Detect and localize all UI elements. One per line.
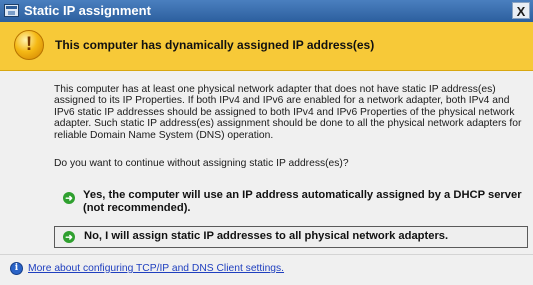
warning-banner: ! This computer has dynamically assigned… (0, 22, 533, 71)
banner-title: This computer has dynamically assigned I… (55, 38, 375, 52)
static-ip-dialog: Static IP assignment X ! This computer h… (0, 0, 533, 285)
warning-shield-icon: ! (14, 30, 44, 60)
green-arrow-icon: ➜ (63, 231, 75, 243)
option-no-label: No, I will assign static IP addresses to… (84, 230, 449, 242)
window-icon (4, 4, 19, 17)
info-icon: i (10, 262, 23, 275)
green-arrow-icon: ➜ (63, 192, 75, 204)
window-title: Static IP assignment (24, 3, 151, 18)
description-text: This computer has at least one physical … (54, 84, 522, 141)
option-yes-dhcp[interactable]: ➜ Yes, the computer will use an IP addre… (54, 184, 528, 222)
option-no-static[interactable]: ➜ No, I will assign static IP addresses … (54, 226, 528, 248)
title-bar[interactable]: Static IP assignment X (0, 0, 533, 22)
question-text: Do you want to continue without assignin… (54, 158, 349, 169)
option-yes-label: Yes, the computer will use an IP address… (83, 189, 522, 214)
footer-divider (0, 254, 533, 255)
help-link[interactable]: More about configuring TCP/IP and DNS Cl… (28, 263, 284, 274)
close-button[interactable]: X (512, 2, 530, 19)
